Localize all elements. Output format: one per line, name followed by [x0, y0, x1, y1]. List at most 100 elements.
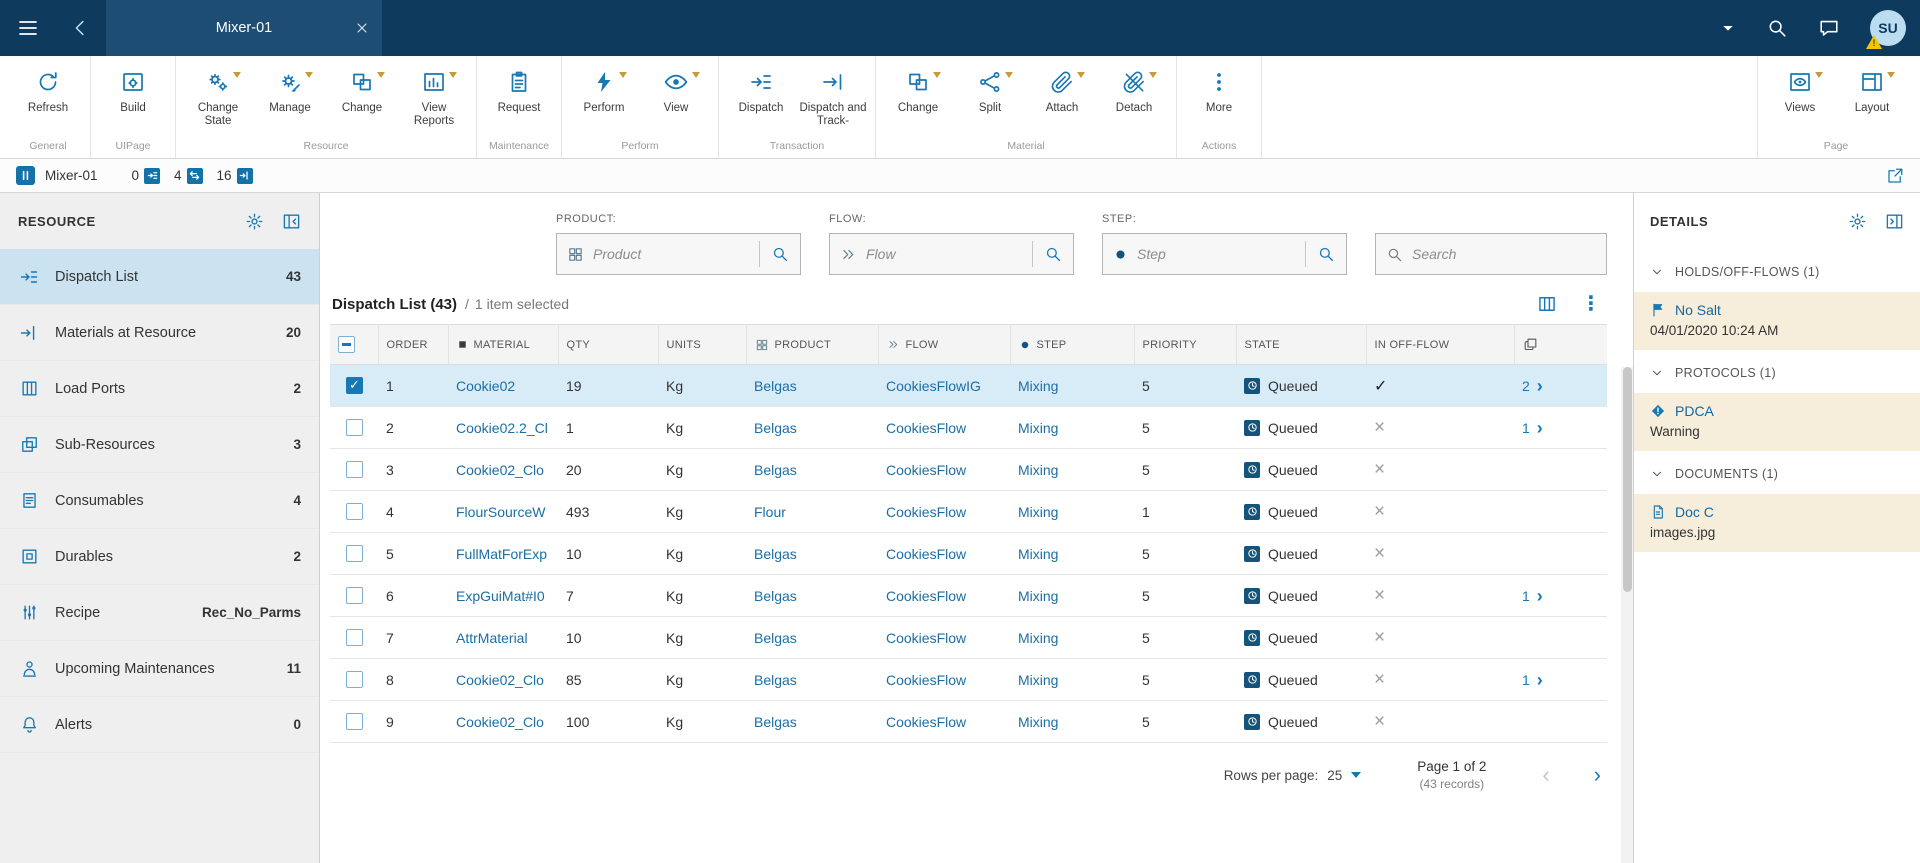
row-checkbox[interactable] [345, 419, 363, 437]
step-filter-input[interactable] [1137, 246, 1305, 262]
select-all-checkbox[interactable] [338, 336, 355, 353]
list-more-button[interactable]: ⋮ [1581, 294, 1601, 314]
open-in-window-button[interactable] [1886, 167, 1904, 185]
flow-link[interactable]: CookiesFlow [886, 420, 966, 436]
table-row[interactable]: 3 Cookie02_Clo 20 Kg Belgas CookiesFlow … [330, 448, 1607, 491]
row-checkbox[interactable] [345, 545, 363, 563]
more-button[interactable]: More [1185, 62, 1253, 115]
flow-search-button[interactable] [1033, 234, 1073, 274]
product-filter-input[interactable] [593, 246, 759, 262]
table-row[interactable]: 6 ExpGuiMat#I0 7 Kg Belgas CookiesFlow M… [330, 574, 1607, 617]
details-settings-button[interactable] [1848, 212, 1867, 231]
row-checkbox[interactable] [345, 713, 363, 731]
material-link[interactable]: Cookie02.2_Cl [456, 420, 548, 436]
material-link[interactable]: ExpGuiMat#I0 [456, 588, 545, 604]
scrollbar-thumb[interactable] [1622, 367, 1632, 592]
change-material-button[interactable]: Change [884, 62, 952, 115]
view-reports-button[interactable]: View Reports [400, 62, 468, 128]
off-flow-count-link[interactable]: 1 › [1522, 587, 1543, 605]
sidebar-collapse-button[interactable] [282, 212, 301, 231]
product-link[interactable]: Belgas [754, 546, 797, 562]
step-link[interactable]: Mixing [1018, 378, 1058, 394]
request-button[interactable]: Request [485, 62, 553, 115]
detach-button[interactable]: Detach [1100, 62, 1168, 115]
tab-list-dropdown-button[interactable] [1720, 20, 1736, 36]
manage-button[interactable]: Manage [256, 62, 324, 115]
dispatch-button[interactable]: Dispatch [727, 62, 795, 115]
sidebar-item-sub-resources[interactable]: Sub-Resources 3 [0, 417, 319, 473]
messages-button[interactable] [1818, 17, 1840, 39]
product-link[interactable]: Belgas [754, 378, 797, 394]
flow-link[interactable]: CookiesFlow [886, 672, 966, 688]
next-page-button[interactable]: › [1594, 762, 1601, 788]
off-flow-count-link[interactable]: 1 › [1522, 419, 1543, 437]
product-link[interactable]: Belgas [754, 672, 797, 688]
column-header-material[interactable]: MATERIAL [474, 339, 531, 351]
row-checkbox[interactable] [345, 671, 363, 689]
flow-link[interactable]: CookiesFlow [886, 630, 966, 646]
details-collapse-button[interactable] [1885, 212, 1904, 231]
change-state-button[interactable]: Change State [184, 62, 252, 128]
off-flow-count-link[interactable]: 2 › [1522, 377, 1543, 395]
column-header-product[interactable]: PRODUCT [775, 339, 832, 351]
sidebar-item-upcoming-maintenances[interactable]: Upcoming Maintenances 11 [0, 641, 319, 697]
row-checkbox[interactable] [345, 503, 363, 521]
protocol-item[interactable]: PDCA Warning [1634, 393, 1920, 451]
flow-link[interactable]: CookiesFlow [886, 588, 966, 604]
sidebar-item-recipe[interactable]: Recipe Rec_No_Parms [0, 585, 319, 641]
step-search-button[interactable] [1306, 234, 1346, 274]
step-link[interactable]: Mixing [1018, 714, 1058, 730]
step-link[interactable]: Mixing [1018, 546, 1058, 562]
sidebar-settings-button[interactable] [245, 212, 264, 231]
product-link[interactable]: Belgas [754, 588, 797, 604]
column-chooser-button[interactable] [1537, 294, 1557, 314]
sidebar-item-alerts[interactable]: Alerts 0 [0, 697, 319, 753]
sidebar-item-consumables[interactable]: Consumables 4 [0, 473, 319, 529]
flow-link[interactable]: CookiesFlowIG [886, 378, 981, 394]
sidebar-item-dispatch-list[interactable]: Dispatch List 43 [0, 249, 319, 305]
menu-button[interactable] [0, 0, 56, 56]
change-resource-button[interactable]: Change [328, 62, 396, 115]
table-row[interactable]: 1 Cookie02 19 Kg Belgas CookiesFlowIG Mi… [330, 364, 1607, 407]
table-row[interactable]: 8 Cookie02_Clo 85 Kg Belgas CookiesFlow … [330, 658, 1607, 701]
step-link[interactable]: Mixing [1018, 630, 1058, 646]
row-checkbox[interactable] [345, 377, 363, 395]
back-button[interactable] [56, 0, 106, 56]
search-input[interactable] [1412, 246, 1606, 262]
column-header-qty[interactable]: QTY [567, 339, 591, 351]
row-checkbox[interactable] [345, 461, 363, 479]
material-link[interactable]: Cookie02_Clo [456, 714, 544, 730]
step-link[interactable]: Mixing [1018, 420, 1058, 436]
attach-button[interactable]: Attach [1028, 62, 1096, 115]
table-row[interactable]: 2 Cookie02.2_Cl 1 Kg Belgas CookiesFlow … [330, 406, 1607, 449]
build-button[interactable]: Build [99, 62, 167, 115]
previous-page-button[interactable]: ‹ [1542, 762, 1549, 788]
layout-button[interactable]: Layout [1838, 62, 1906, 115]
product-link[interactable]: Belgas [754, 462, 797, 478]
split-button[interactable]: Split [956, 62, 1024, 115]
column-header-order[interactable]: ORDER [387, 339, 428, 351]
global-search-button[interactable] [1766, 17, 1788, 39]
perform-button[interactable]: Perform [570, 62, 638, 115]
off-flow-count-link[interactable]: 1 › [1522, 671, 1543, 689]
column-header-flow[interactable]: FLOW [906, 339, 939, 351]
step-link[interactable]: Mixing [1018, 504, 1058, 520]
rows-per-page-select[interactable]: Rows per page: 25 [1224, 768, 1362, 783]
row-checkbox[interactable] [345, 629, 363, 647]
dispatch-and-track-button[interactable]: Dispatch and Track- [799, 62, 867, 128]
step-link[interactable]: Mixing [1018, 672, 1058, 688]
material-link[interactable]: Cookie02 [456, 378, 515, 394]
product-link[interactable]: Flour [754, 504, 786, 520]
column-header-units[interactable]: UNITS [667, 339, 702, 351]
table-row[interactable]: 5 FullMatForExp 10 Kg Belgas CookiesFlow… [330, 532, 1607, 575]
column-header-priority[interactable]: PRIORITY [1143, 339, 1197, 351]
material-link[interactable]: AttrMaterial [456, 630, 528, 646]
views-button[interactable]: Views [1766, 62, 1834, 115]
section-protocols[interactable]: PROTOCOLS (1) [1634, 350, 1920, 393]
step-link[interactable]: Mixing [1018, 588, 1058, 604]
column-header-state[interactable]: STATE [1245, 339, 1280, 351]
material-link[interactable]: Cookie02_Clo [456, 462, 544, 478]
flow-link[interactable]: CookiesFlow [886, 714, 966, 730]
sidebar-item-durables[interactable]: Durables 2 [0, 529, 319, 585]
table-row[interactable]: 9 Cookie02_Clo 100 Kg Belgas CookiesFlow… [330, 700, 1607, 743]
